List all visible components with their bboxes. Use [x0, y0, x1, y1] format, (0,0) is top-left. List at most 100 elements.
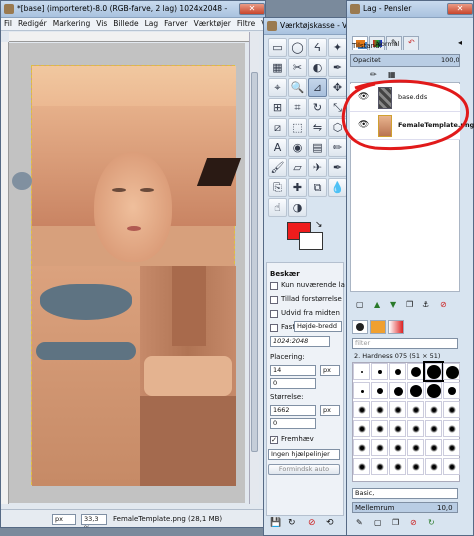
unit-select[interactable]: px: [52, 514, 76, 525]
opacity-slider[interactable]: Opacitet 100,0: [350, 54, 460, 67]
auto-shrink-button[interactable]: Formindsk auto: [268, 464, 340, 475]
airbrush-icon[interactable]: ✈: [308, 158, 327, 177]
tab-brushes[interactable]: [352, 320, 368, 334]
tab-gradients[interactable]: [388, 320, 404, 334]
menu-filters[interactable]: Filtre: [234, 18, 258, 29]
position-unit-select[interactable]: px: [320, 365, 340, 376]
tab-patterns[interactable]: [370, 320, 386, 334]
brush-preset[interactable]: [353, 363, 370, 380]
brush-preset[interactable]: [425, 382, 442, 399]
brush-preset[interactable]: [425, 420, 442, 437]
brush-preset[interactable]: [407, 382, 424, 399]
measure-icon[interactable]: ⊿: [308, 78, 327, 97]
image-canvas[interactable]: [9, 43, 245, 503]
align-icon[interactable]: ⊞: [268, 98, 287, 117]
brush-preset[interactable]: [407, 458, 424, 475]
brush-preset[interactable]: [407, 420, 424, 437]
raise-layer-icon[interactable]: ▲: [374, 300, 380, 309]
eraser-icon[interactable]: ▱: [288, 158, 307, 177]
reset-options-icon[interactable]: ⟲: [326, 518, 334, 528]
heal-icon[interactable]: ✚: [288, 178, 307, 197]
expand-from-center-checkbox[interactable]: [270, 310, 278, 318]
background-color-swatch[interactable]: [299, 232, 323, 250]
clone-icon[interactable]: ⎘: [268, 178, 287, 197]
perspective-icon[interactable]: ⬚: [288, 118, 307, 137]
size-width-field[interactable]: 1662: [270, 405, 316, 416]
guides-select[interactable]: Ingen hjælpelinjer: [268, 449, 340, 460]
rotate-icon[interactable]: ↻: [308, 98, 327, 117]
brush-preset[interactable]: [443, 401, 460, 418]
menu-select[interactable]: Markering: [50, 18, 94, 29]
color-picker-icon[interactable]: ⌖: [268, 78, 287, 97]
brush-preset[interactable]: [407, 439, 424, 456]
anchor-layer-icon[interactable]: ⚓: [422, 300, 429, 309]
horizontal-ruler[interactable]: [9, 32, 251, 42]
brush-preset[interactable]: [353, 439, 370, 456]
edit-brush-icon[interactable]: ✎: [356, 518, 363, 527]
fuzzy-select-icon[interactable]: ✦: [328, 38, 347, 57]
dodge-icon[interactable]: ◑: [288, 198, 307, 217]
new-brush-icon[interactable]: ▢: [374, 518, 382, 527]
mode-select[interactable]: Normal: [374, 40, 462, 51]
delete-brush-icon[interactable]: ⊘: [410, 518, 417, 527]
brush-preset[interactable]: [443, 420, 460, 437]
size-height-field[interactable]: 0: [270, 418, 316, 429]
brush-preset[interactable]: [389, 439, 406, 456]
menu-layer[interactable]: Lag: [142, 18, 162, 29]
current-layer-only-checkbox[interactable]: [270, 282, 278, 290]
brush-preset[interactable]: [371, 439, 388, 456]
perspective-clone-icon[interactable]: ⧉: [308, 178, 327, 197]
brush-preset[interactable]: [371, 458, 388, 475]
crop-icon[interactable]: ⌗: [288, 98, 307, 117]
brush-preset[interactable]: [425, 401, 442, 418]
brush-preset[interactable]: [425, 458, 442, 475]
bucket-fill-icon[interactable]: ◉: [288, 138, 307, 157]
brush-preset[interactable]: [371, 420, 388, 437]
brush-preset[interactable]: [425, 439, 442, 456]
brush-preset[interactable]: [371, 363, 388, 380]
brush-preset[interactable]: [389, 420, 406, 437]
brush-preset[interactable]: [389, 458, 406, 475]
zoom-select[interactable]: 33,3 %: [81, 514, 107, 527]
swap-colors-icon[interactable]: ↘: [315, 220, 323, 230]
vertical-ruler[interactable]: [1, 42, 9, 504]
layers-titlebar[interactable]: Lag - Pensler ✕: [347, 1, 473, 18]
paths-icon[interactable]: ✒: [328, 58, 347, 77]
menu-edit[interactable]: Redigér: [15, 18, 50, 29]
duplicate-layer-icon[interactable]: ❐: [406, 300, 413, 309]
spacing-slider[interactable]: Mellemrum 10,0: [352, 502, 458, 513]
close-button[interactable]: ✕: [239, 3, 265, 15]
brush-preset[interactable]: [407, 363, 424, 380]
menu-file[interactable]: Fil: [1, 18, 15, 29]
brush-preset[interactable]: [443, 382, 460, 399]
brush-preset[interactable]: [443, 439, 460, 456]
position-y-field[interactable]: 0: [270, 378, 316, 389]
brush-preset[interactable]: [353, 458, 370, 475]
menu-colors[interactable]: Farver: [161, 18, 190, 29]
fixed-checkbox[interactable]: [270, 324, 278, 332]
delete-options-icon[interactable]: ⊘: [308, 518, 316, 528]
menu-view[interactable]: Vis: [93, 18, 110, 29]
rect-select-icon[interactable]: ▭: [268, 38, 287, 57]
brush-preset[interactable]: [371, 401, 388, 418]
shear-icon[interactable]: ⧄: [268, 118, 287, 137]
brush-preset[interactable]: [353, 401, 370, 418]
brush-tag-field[interactable]: Basic,: [352, 488, 458, 499]
paintbrush-icon[interactable]: 🖌: [268, 158, 287, 177]
size-unit-select[interactable]: px: [320, 405, 340, 416]
text-icon[interactable]: A: [268, 138, 287, 157]
foreground-select-icon[interactable]: ◐: [308, 58, 327, 77]
ellipse-select-icon[interactable]: ◯: [288, 38, 307, 57]
restore-options-icon[interactable]: ↻: [288, 518, 296, 528]
duplicate-brush-icon[interactable]: ❐: [392, 518, 399, 527]
position-x-field[interactable]: 14: [270, 365, 316, 376]
toolbox-titlebar[interactable]: Værktøjskasse - Væ: [264, 18, 348, 35]
menu-image[interactable]: Billede: [110, 18, 141, 29]
blur-icon[interactable]: 💧: [328, 178, 347, 197]
menu-tools[interactable]: Værktøjer: [191, 18, 234, 29]
fixed-mode-select[interactable]: Højde-bredd: [294, 321, 342, 332]
brush-preset[interactable]: [389, 363, 406, 380]
brush-preset[interactable]: [353, 382, 370, 399]
aspect-ratio-field[interactable]: 1024:2048: [270, 336, 330, 347]
smudge-icon[interactable]: ☝: [268, 198, 287, 217]
